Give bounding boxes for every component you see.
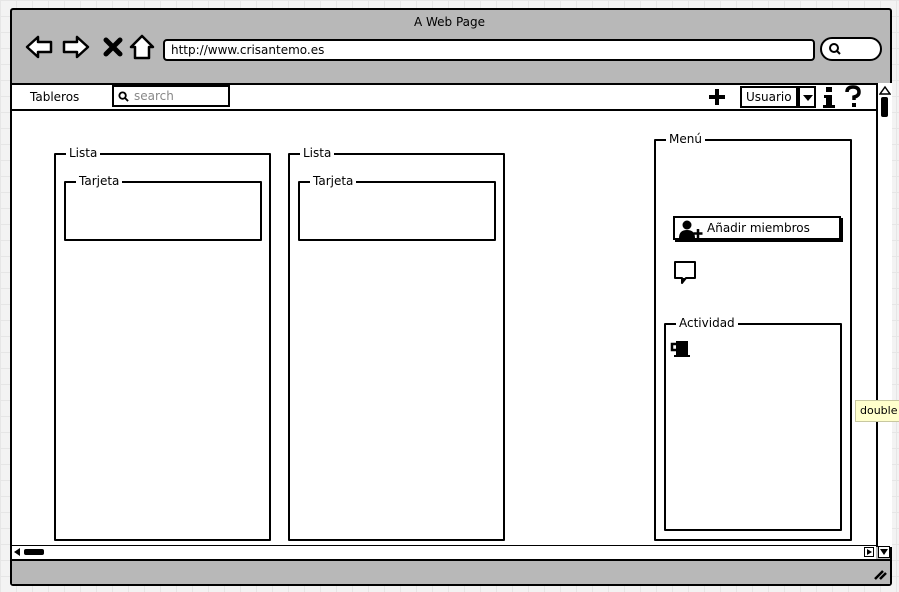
help-icon[interactable]: [844, 85, 862, 109]
list-column: Lista Tarjeta: [54, 146, 271, 541]
scroll-right-icon[interactable]: [864, 547, 874, 557]
stop-icon[interactable]: [100, 32, 130, 62]
note-icon[interactable]: [672, 260, 698, 288]
tooltip: double: [855, 400, 899, 422]
card[interactable]: Tarjeta: [298, 174, 496, 241]
scroll-up-icon[interactable]: [879, 85, 891, 95]
search-input[interactable]: search: [112, 85, 230, 107]
user-dropdown-button[interactable]: [798, 86, 816, 108]
list-title: Lista: [66, 146, 101, 160]
scroll-thumb[interactable]: [24, 549, 44, 555]
coffee-icon: [670, 341, 690, 357]
toolbar-divider: [12, 109, 876, 111]
horizontal-scrollbar[interactable]: [12, 545, 876, 559]
scroll-left-icon[interactable]: [12, 547, 22, 557]
status-bar: [12, 559, 890, 584]
card-title: Tarjeta: [76, 174, 123, 188]
info-icon[interactable]: [821, 85, 837, 109]
home-icon[interactable]: [127, 32, 157, 62]
activity-title: Actividad: [676, 316, 738, 330]
card[interactable]: Tarjeta: [64, 174, 262, 241]
list-title: Lista: [300, 146, 335, 160]
search-icon: [829, 43, 841, 55]
vertical-scrollbar[interactable]: [876, 83, 892, 547]
search-placeholder: search: [134, 89, 174, 103]
boards-link[interactable]: Tableros: [30, 90, 79, 104]
address-bar[interactable]: http://www.crisantemo.es: [163, 39, 815, 61]
add-members-label: Añadir miembros: [707, 221, 810, 235]
list-column: Lista Tarjeta: [288, 146, 505, 541]
scroll-thumb[interactable]: [881, 97, 888, 117]
resize-grip-icon[interactable]: [872, 566, 888, 580]
scroll-down-icon[interactable]: [878, 546, 890, 558]
chevron-down-icon: [803, 95, 813, 101]
card-title: Tarjeta: [310, 174, 357, 188]
window-title: A Web Page: [413, 15, 486, 29]
search-icon: [118, 91, 129, 102]
menu-title: Menú: [666, 132, 705, 146]
user-select[interactable]: Usuario: [740, 86, 798, 108]
back-icon[interactable]: [24, 32, 54, 62]
add-user-icon: [679, 220, 703, 238]
browser-search-button[interactable]: [820, 37, 882, 61]
plus-icon[interactable]: [706, 87, 728, 107]
forward-icon[interactable]: [61, 32, 91, 62]
